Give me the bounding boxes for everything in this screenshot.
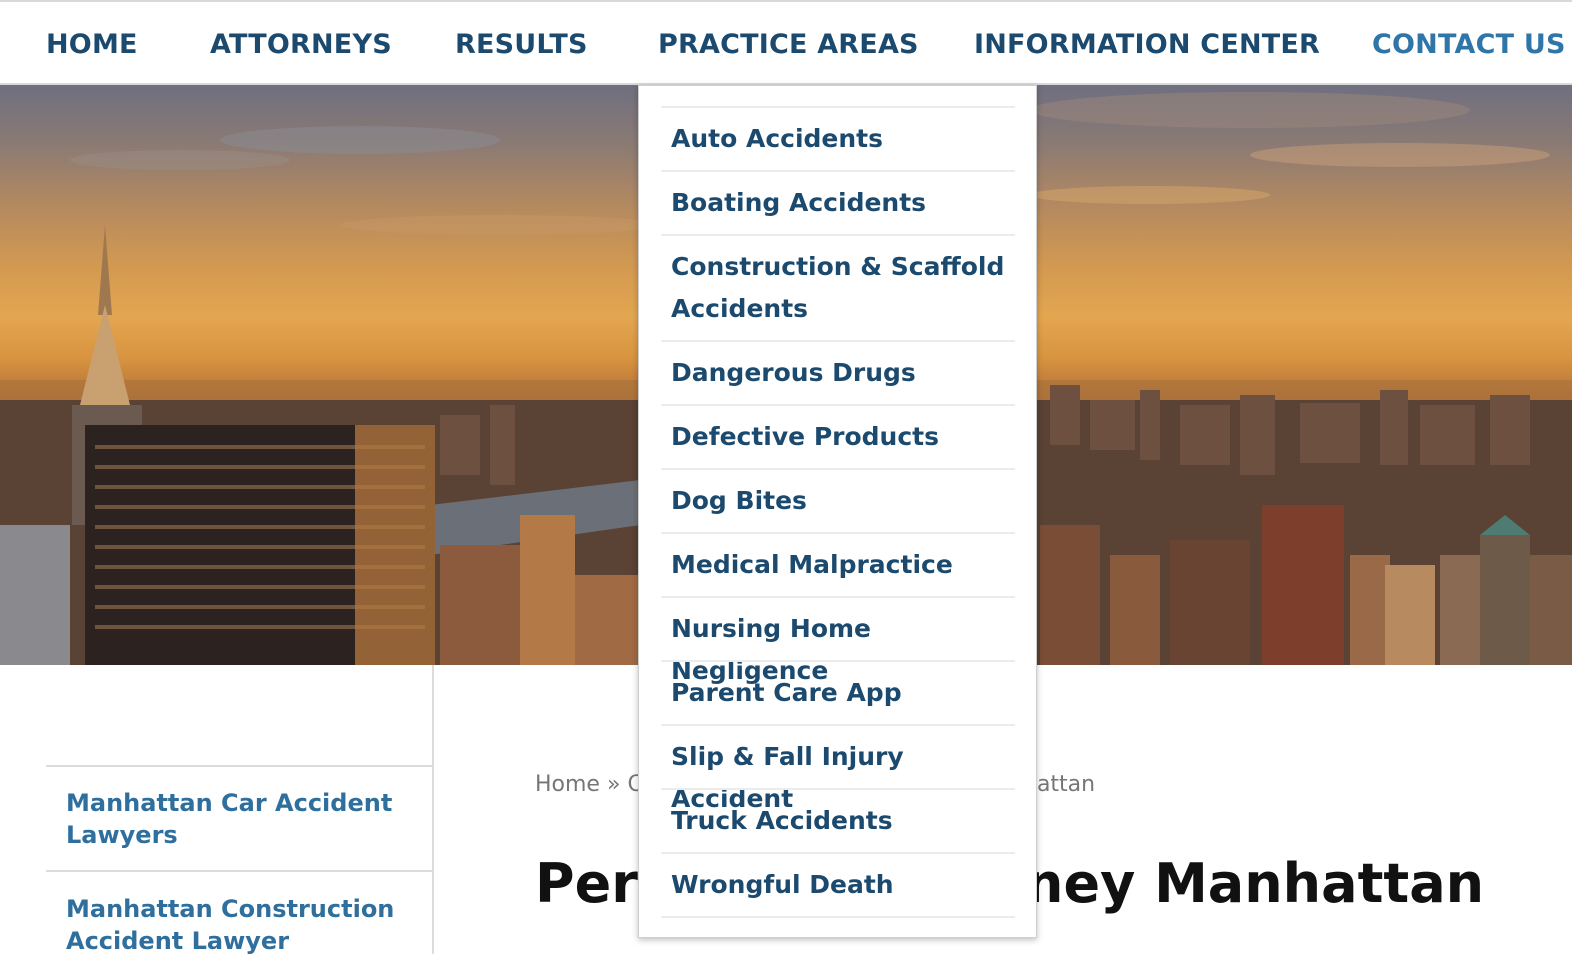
dropdown-separator bbox=[661, 724, 1015, 726]
dropdown-item-boating-accidents[interactable]: Boating Accidents bbox=[671, 182, 1011, 224]
page-title-end: ney Manhattan bbox=[1025, 852, 1485, 915]
nav-home[interactable]: HOME bbox=[46, 28, 138, 62]
sidebar-divider-line bbox=[46, 870, 434, 872]
nav-attorneys[interactable]: ATTORNEYS bbox=[210, 28, 392, 62]
nav-contact-us[interactable]: CONTACT US bbox=[1372, 28, 1566, 62]
practice-areas-dropdown: Auto Accidents Boating Accidents Constru… bbox=[638, 85, 1037, 938]
dropdown-separator bbox=[661, 468, 1015, 470]
dropdown-separator bbox=[661, 106, 1015, 108]
dropdown-separator bbox=[661, 596, 1015, 598]
dropdown-separator bbox=[661, 916, 1015, 918]
dropdown-separator bbox=[661, 340, 1015, 342]
dropdown-item-defective-products[interactable]: Defective Products bbox=[671, 416, 1011, 458]
nav-information-center[interactable]: INFORMATION CENTER bbox=[974, 28, 1320, 62]
breadcrumb-separator: » bbox=[606, 772, 621, 797]
main-navigation: HOME ATTORNEYS RESULTS PRACTICE AREAS IN… bbox=[0, 0, 1572, 85]
dropdown-item-auto-accidents[interactable]: Auto Accidents bbox=[671, 118, 1011, 160]
breadcrumb-home[interactable]: Home bbox=[535, 772, 600, 797]
dropdown-separator bbox=[661, 170, 1015, 172]
dropdown-separator bbox=[661, 532, 1015, 534]
dropdown-item-parent-care-app[interactable]: Parent Care App bbox=[671, 672, 1011, 714]
sidebar-link-car-accident[interactable]: Manhattan Car Accident Lawyers bbox=[66, 787, 406, 851]
dropdown-separator bbox=[661, 234, 1015, 236]
dropdown-separator bbox=[661, 788, 1015, 790]
dropdown-separator bbox=[661, 852, 1015, 854]
dropdown-item-truck-accidents[interactable]: Truck Accidents bbox=[671, 800, 1011, 842]
dropdown-separator bbox=[661, 660, 1015, 662]
sidebar-divider-line bbox=[46, 765, 434, 767]
nav-results[interactable]: RESULTS bbox=[455, 28, 588, 62]
dropdown-separator bbox=[661, 404, 1015, 406]
dropdown-item-dog-bites[interactable]: Dog Bites bbox=[671, 480, 1011, 522]
sidebar-link-construction-accident[interactable]: Manhattan Construction Accident Lawyer bbox=[66, 893, 406, 954]
dropdown-item-dangerous-drugs[interactable]: Dangerous Drugs bbox=[671, 352, 1011, 394]
dropdown-item-wrongful-death[interactable]: Wrongful Death bbox=[671, 864, 1011, 906]
dropdown-item-medical-malpractice[interactable]: Medical Malpractice bbox=[671, 544, 1011, 586]
sidebar-divider bbox=[432, 665, 434, 954]
nav-practice-areas[interactable]: PRACTICE AREAS bbox=[658, 28, 919, 62]
dropdown-item-construction-scaffold[interactable]: Construction & Scaffold Accidents bbox=[671, 246, 1011, 330]
